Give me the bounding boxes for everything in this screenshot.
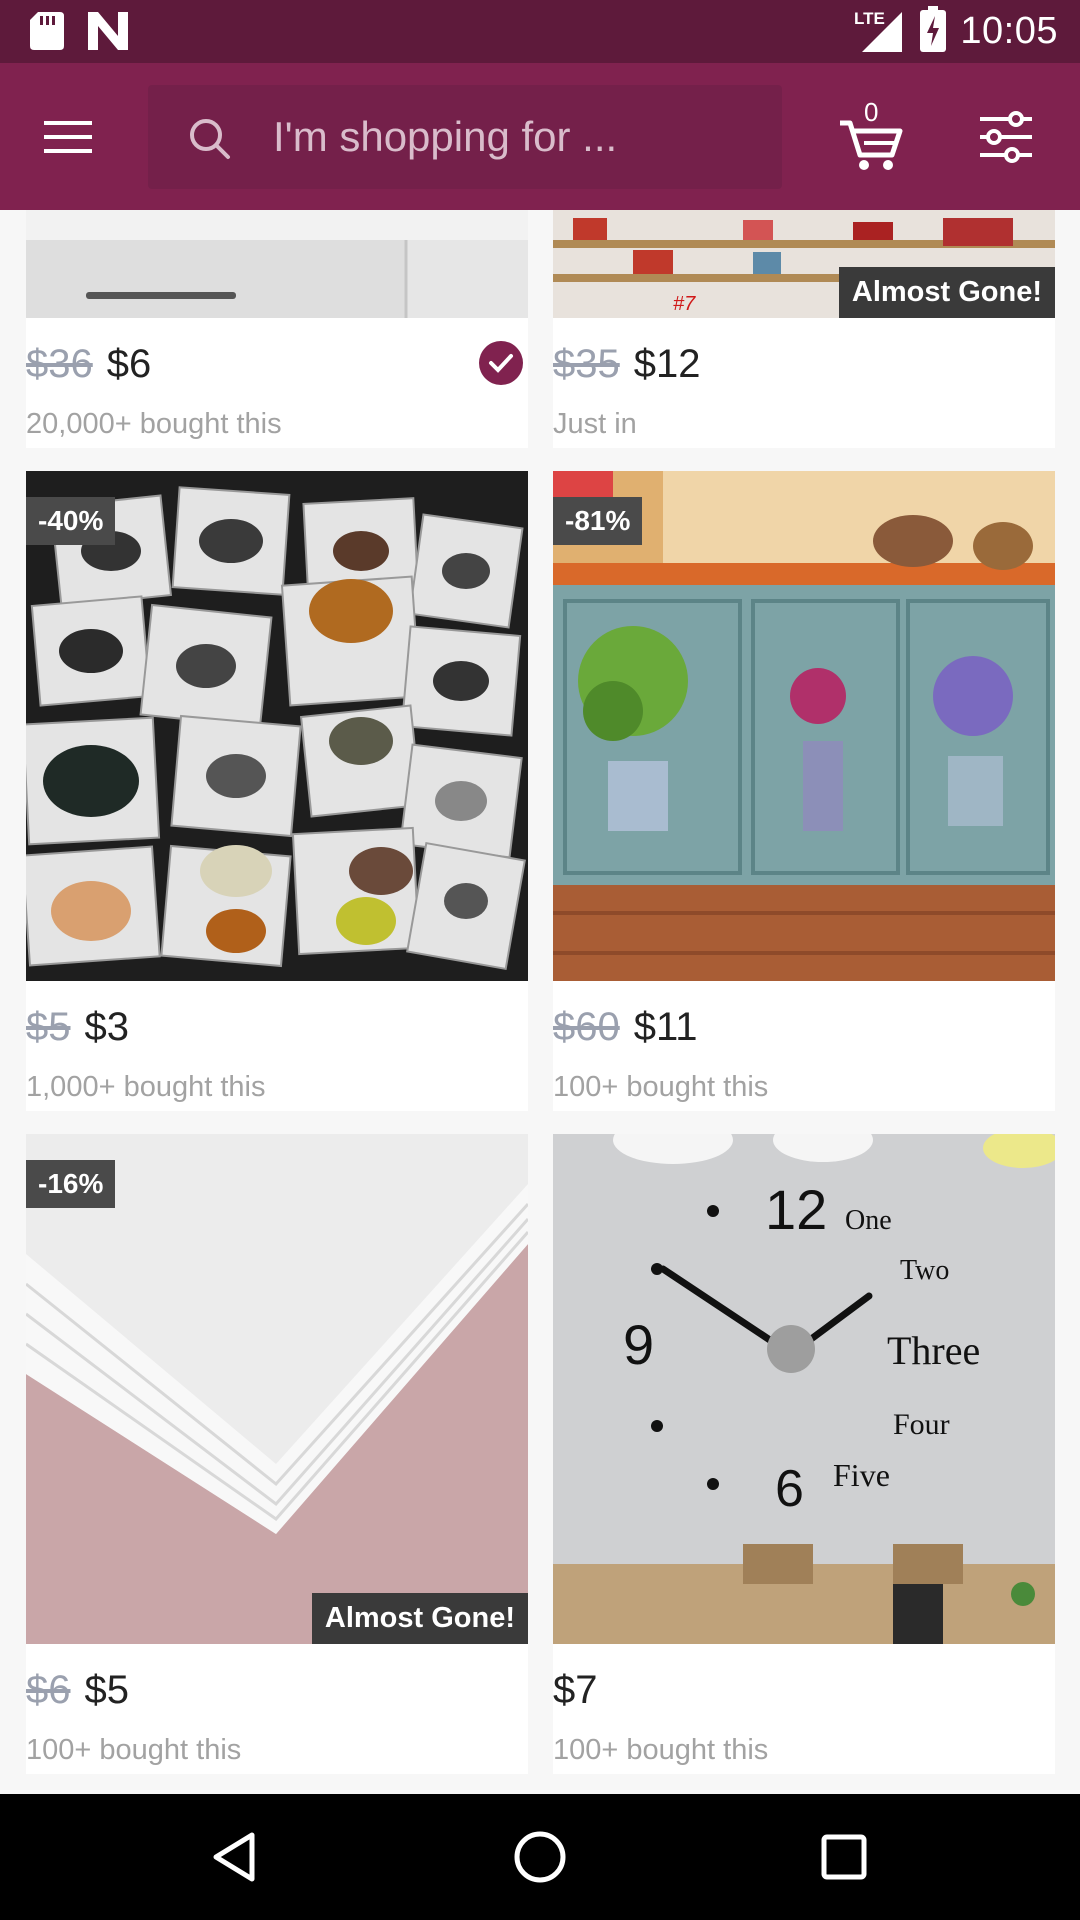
price-row: $5 $3 xyxy=(26,1005,129,1050)
sale-price: $11 xyxy=(633,1005,698,1049)
clock-numeral: 12 xyxy=(765,1178,827,1241)
original-price: $5 xyxy=(26,1005,71,1049)
almost-gone-badge: Almost Gone! xyxy=(311,1593,528,1644)
original-price: $6 xyxy=(26,1668,71,1712)
home-circle-icon[interactable] xyxy=(510,1827,570,1887)
price-row: $60 $11 xyxy=(553,1005,698,1050)
clock-numeral: 9 xyxy=(623,1313,654,1376)
product-image-flower-decals: -81% xyxy=(553,471,1055,981)
app-bar: I'm shopping for ... 0 xyxy=(0,63,1080,210)
price-row: $36 $6 xyxy=(26,342,151,387)
filter-sliders-icon[interactable] xyxy=(978,109,1034,165)
product-card[interactable]: -81% $60 $11 100+ bought this xyxy=(553,471,1055,1111)
cart-count-badge: 0 xyxy=(864,97,879,127)
price-row: $35 $12 xyxy=(553,342,701,387)
product-card[interactable]: -40% $5 $3 1,000+ bought this xyxy=(26,471,528,1111)
clock-numeral: 6 xyxy=(775,1460,804,1518)
bought-count: 20,000+ bought this xyxy=(26,408,282,440)
clock-time: 10:05 xyxy=(960,10,1058,52)
n-logo-icon xyxy=(88,12,128,55)
search-input[interactable]: I'm shopping for ... xyxy=(148,85,782,189)
almost-gone-badge: Almost Gone! xyxy=(838,267,1055,318)
product-card[interactable]: -16% Almost Gone! $6 $5 100+ bought this xyxy=(26,1134,528,1774)
original-price: $35 xyxy=(553,342,620,386)
discount-badge: -40% xyxy=(26,497,116,545)
product-image-cabinet xyxy=(26,210,528,318)
cart-button[interactable]: 0 xyxy=(838,97,904,173)
product-image-edge-trim: -16% Almost Gone! xyxy=(26,1134,528,1644)
search-icon xyxy=(188,117,232,161)
sale-price: $6 xyxy=(106,342,152,386)
recents-square-icon[interactable] xyxy=(814,1827,874,1887)
status-bar: LTE 10:05 xyxy=(0,0,1080,63)
bought-count: 1,000+ bought this xyxy=(26,1071,266,1103)
product-image-shelves: #7 Almost Gone! xyxy=(553,210,1055,318)
product-image-butterflies: -40% xyxy=(26,471,528,981)
price-row: $7 xyxy=(553,1668,598,1713)
product-card[interactable]: #7 Almost Gone! $35 $12 Just in xyxy=(553,210,1055,448)
bought-count: 100+ bought this xyxy=(26,1734,242,1766)
clock-word: Five xyxy=(833,1457,890,1493)
system-nav-bar xyxy=(0,1794,1080,1920)
signal-icon: LTE xyxy=(854,6,906,57)
price-row: $6 $5 xyxy=(26,1668,129,1713)
back-triangle-icon[interactable] xyxy=(206,1827,266,1887)
bought-count: 100+ bought this xyxy=(553,1071,769,1103)
search-placeholder: I'm shopping for ... xyxy=(273,113,618,160)
discount-badge: -16% xyxy=(26,1160,116,1208)
bought-count: 100+ bought this xyxy=(553,1734,769,1766)
clock-word: Four xyxy=(893,1408,950,1441)
clock-word: Three xyxy=(887,1328,980,1373)
discount-badge: -81% xyxy=(553,497,643,545)
verified-check-icon xyxy=(478,340,524,386)
clock-word: One xyxy=(845,1205,892,1236)
original-price: $36 xyxy=(26,342,93,386)
sale-price: $3 xyxy=(84,1005,130,1049)
sale-price: $12 xyxy=(633,342,701,386)
hamburger-menu-icon[interactable] xyxy=(40,109,96,165)
clock-word: Two xyxy=(900,1255,949,1286)
network-label: LTE xyxy=(854,9,885,28)
product-image-wall-clock: 12 9 6 One Two Three Four Five xyxy=(553,1134,1055,1644)
original-price: $60 xyxy=(553,1005,620,1049)
svg-text:#7: #7 xyxy=(673,293,696,315)
battery-charging-icon xyxy=(920,6,947,57)
product-card[interactable]: $36 $6 20,000+ bought this xyxy=(26,210,528,448)
sale-price: $7 xyxy=(553,1668,598,1712)
sale-price: $5 xyxy=(84,1668,130,1712)
bought-count: Just in xyxy=(553,408,637,440)
product-grid: $36 $6 20,000+ bought this #7 Almost Gon… xyxy=(0,210,1080,1794)
product-card[interactable]: 12 9 6 One Two Three Four Five $7 100+ b xyxy=(553,1134,1055,1774)
sd-card-icon xyxy=(30,12,64,55)
